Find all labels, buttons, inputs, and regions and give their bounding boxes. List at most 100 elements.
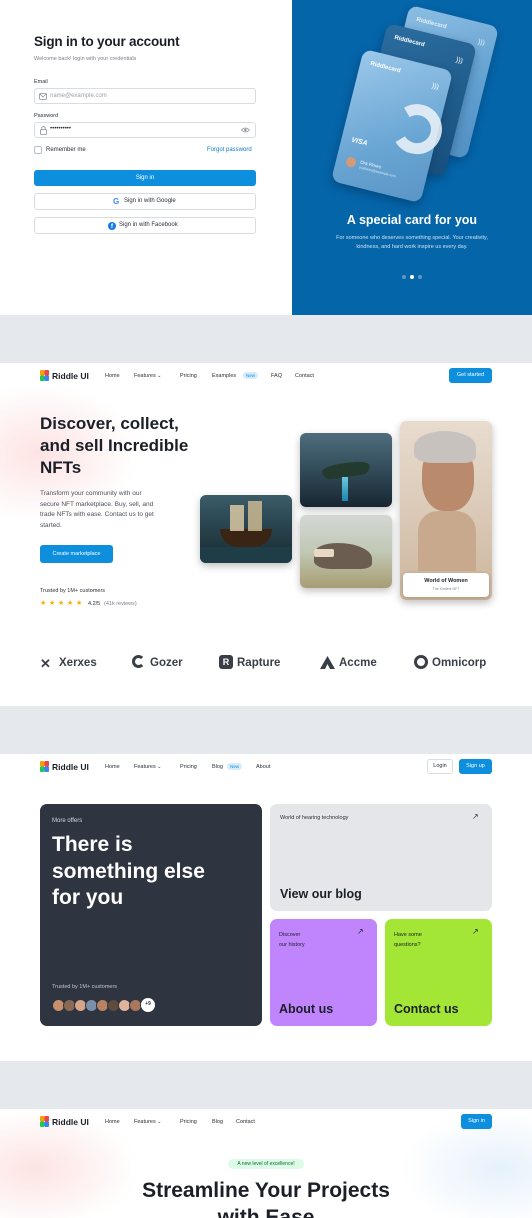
remember-checkbox[interactable] (34, 146, 42, 154)
rating-value: 4.2/5 (88, 601, 101, 607)
offers-navbar: Riddle UI Home Features ⌄ Pricing Blog N… (0, 754, 532, 779)
remember-label: Remember me (46, 147, 86, 153)
signup-button[interactable]: Sign up (459, 759, 492, 774)
lock-icon (40, 126, 47, 135)
facebook-signin-label: Sign in with Facebook (119, 222, 178, 228)
password-value: •••••••••• (50, 126, 72, 132)
review-count: (41k reviews) (104, 601, 137, 607)
hero-body-line: secure NFT marketplace. Buy, sell, and (40, 500, 154, 508)
carousel-dot-active[interactable] (410, 275, 414, 279)
brand-xerxes: Xerxes (59, 657, 97, 669)
nav-features[interactable]: Features ⌄ (134, 764, 161, 770)
portrait-neck (418, 511, 476, 571)
card-brand: Riddlecard (415, 17, 448, 31)
nav-about[interactable]: About (256, 764, 270, 770)
login-button[interactable]: Login (427, 759, 453, 774)
email-label: Email (34, 79, 48, 85)
hero-headline: Discover, collect, and sell Incredible N… (40, 413, 188, 479)
signin-section: Sign in to your account Welcome back! lo… (0, 0, 532, 315)
nav-faq[interactable]: FAQ (271, 373, 282, 379)
arrow-up-right-icon: ↗ (357, 927, 364, 936)
featured-nft-caption: World of Women The Kinders NFT (403, 573, 489, 597)
star-icon: ★ (67, 600, 74, 607)
gozer-logo-icon (132, 655, 145, 668)
create-marketplace-button[interactable]: Create marketplace (40, 545, 113, 563)
portrait-hair (414, 431, 476, 463)
nav-home[interactable]: Home (105, 764, 120, 770)
sea (200, 547, 292, 563)
signin-button[interactable]: Sign in (34, 170, 256, 186)
chevron-down-icon: ⌄ (157, 1119, 162, 1125)
eye-icon[interactable] (241, 127, 250, 133)
chevron-down-icon: ⌄ (157, 373, 162, 379)
contact-eyebrow-line: questions? (394, 942, 421, 948)
signin-form-panel: Sign in to your account Welcome back! lo… (0, 0, 292, 315)
hero-headline-line: Discover, collect, (40, 414, 179, 433)
hero-body-line: Transform your community with our (40, 490, 142, 497)
star-icon: ★ (76, 600, 83, 607)
star-icon: ★ (58, 600, 65, 607)
carousel-dot[interactable] (402, 275, 406, 279)
visa-logo: VISA (350, 136, 369, 148)
new-badge: New (243, 372, 259, 379)
cardholder-avatar (344, 156, 358, 169)
google-signin-label: Sign in with Google (124, 198, 176, 204)
signin-button[interactable]: Sign in (461, 1114, 492, 1129)
contact-tile[interactable]: Have some questions? ↗ Contact us (385, 919, 492, 1026)
contact-eyebrow-line: Have some (394, 932, 422, 938)
offers-headline: There is something else for you (52, 832, 205, 912)
logo-text[interactable]: Riddle UI (52, 371, 89, 381)
nav-contact[interactable]: Contact (236, 1119, 255, 1125)
nav-pricing[interactable]: Pricing (180, 1119, 197, 1125)
nav-features[interactable]: Features ⌄ (134, 373, 161, 379)
nav-home[interactable]: Home (105, 373, 120, 379)
google-icon: G (113, 197, 120, 206)
get-started-button[interactable]: Get started (449, 368, 492, 383)
blog-tile[interactable]: World of hearing technology ↗ View our b… (270, 804, 492, 911)
page-subtitle: Welcome back! login with your credential… (34, 56, 137, 62)
password-field[interactable]: •••••••••• (34, 122, 256, 138)
nav-features-label: Features (134, 373, 156, 379)
nft-image-dinosaur[interactable] (300, 515, 392, 588)
about-tile[interactable]: Discover our history ↗ About us (270, 919, 377, 1026)
nft-image-featured-portrait[interactable]: World of Women The Kinders NFT (400, 421, 492, 600)
carousel-dot[interactable] (418, 275, 422, 279)
arrow-up-right-icon: ↗ (472, 927, 479, 936)
forgot-password-link[interactable]: Forgot password (207, 147, 252, 153)
chevron-down-icon: ⌄ (157, 764, 162, 770)
facebook-signin-button[interactable]: f Sign in with Facebook (34, 217, 256, 234)
nav-features-label: Features (134, 1119, 156, 1125)
streamline-headline: Streamline Your Projects with Ease (0, 1177, 532, 1218)
nav-examples[interactable]: Examples (212, 373, 236, 379)
offers-headline-line: There is (52, 833, 133, 856)
card-brand: Riddlecard (393, 35, 426, 49)
hero-body-line: started. (40, 521, 62, 529)
nav-blog[interactable]: Blog (212, 1119, 223, 1125)
ship-sail (248, 501, 262, 531)
offers-headline-line: for you (52, 886, 124, 909)
nav-home[interactable]: Home (105, 1119, 120, 1125)
about-eyebrow-line: Discover (279, 932, 301, 938)
google-signin-button[interactable]: G Sign in with Google (34, 193, 256, 210)
streamline-section: Riddle UI Home Features ⌄ Pricing Blog C… (0, 1109, 532, 1218)
nft-image-floating-island[interactable] (300, 433, 392, 507)
nav-features[interactable]: Features ⌄ (134, 1119, 161, 1125)
xerxes-logo-icon: ✕ (40, 656, 51, 671)
logo-text[interactable]: Riddle UI (52, 1117, 89, 1127)
blog-title: View our blog (280, 887, 362, 901)
email-placeholder: name@example.com (50, 93, 107, 99)
nft-image-pirate-ship[interactable] (200, 495, 292, 563)
riddle-logo-icon (40, 1116, 49, 1127)
facebook-icon: f (108, 221, 116, 230)
email-field[interactable]: name@example.com (34, 88, 256, 104)
excellence-badge: A new level of excellence! (228, 1159, 304, 1169)
nav-pricing[interactable]: Pricing (180, 373, 197, 379)
offers-trusted-text: Trusted by 1M+ customers (52, 984, 118, 990)
contactless-icon: ))) (431, 82, 440, 92)
nav-blog[interactable]: Blog (212, 764, 223, 770)
nav-pricing[interactable]: Pricing (180, 764, 197, 770)
omnicorp-logo-icon (414, 655, 428, 669)
logo-text[interactable]: Riddle UI (52, 762, 89, 772)
more-customers-badge: +9 (140, 997, 156, 1013)
nav-contact[interactable]: Contact (295, 373, 314, 379)
